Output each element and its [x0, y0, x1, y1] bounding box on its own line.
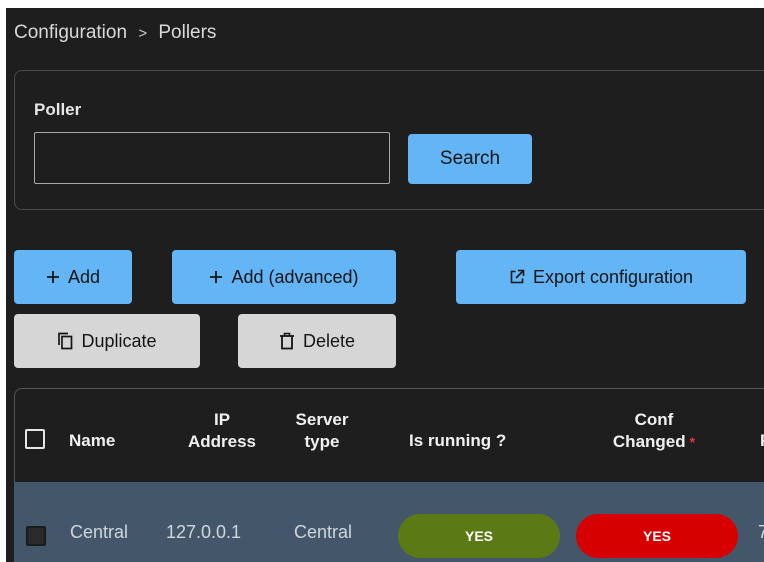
column-header-server-type-line1: Server [295, 410, 349, 429]
table-row[interactable]: Central 127.0.0.1 Central YES YES 7 [14, 482, 764, 562]
breadcrumb-item-pollers[interactable]: Pollers [158, 22, 216, 43]
add-button[interactable]: Add [14, 250, 132, 304]
row-ip-address: 127.0.0.1 [166, 522, 242, 542]
column-header-conf-changed[interactable]: Conf Changed * [599, 409, 709, 453]
breadcrumb-item-configuration[interactable]: Configuration [14, 22, 127, 43]
status-badge-conf-changed: YES [576, 514, 738, 558]
add-advanced-button-label: Add (advanced) [231, 266, 359, 287]
plus-icon [209, 270, 223, 284]
status-badge-is-running: YES [398, 514, 560, 558]
column-header-name[interactable]: Name [69, 430, 115, 452]
table-header: Name IP Address Server type Is running ?… [14, 388, 764, 482]
export-configuration-button[interactable]: Export configuration [456, 250, 746, 304]
breadcrumb: Configuration > Pollers [14, 22, 216, 44]
app-window: Configuration > Pollers Poller Search Ad… [6, 8, 764, 562]
column-header-server-type[interactable]: Server type [287, 409, 357, 453]
row-truncated-value: 7 [758, 522, 764, 542]
column-header-ip-address[interactable]: IP Address [185, 409, 259, 453]
export-configuration-button-label: Export configuration [532, 266, 694, 287]
column-header-is-running[interactable]: Is running ? [409, 430, 506, 452]
plus-icon [46, 270, 60, 284]
column-header-ip-line1: IP [213, 410, 231, 429]
external-link-icon [509, 269, 525, 285]
column-header-conf-changed-line2: Changed [612, 432, 686, 451]
poller-filter-label: Poller [34, 100, 82, 119]
copy-icon [57, 332, 73, 350]
column-header-truncated[interactable]: P [760, 430, 764, 452]
column-header-conf-changed-line1: Conf [634, 410, 674, 429]
delete-button-label: Delete [302, 330, 356, 351]
add-advanced-button[interactable]: Add (advanced) [172, 250, 396, 304]
row-checkbox[interactable] [26, 526, 46, 546]
select-all-checkbox[interactable] [25, 429, 45, 449]
poller-search-input[interactable] [34, 132, 390, 184]
required-star: * [689, 434, 696, 450]
duplicate-button[interactable]: Duplicate [14, 314, 200, 368]
row-name[interactable]: Central [70, 522, 128, 543]
breadcrumb-separator: > [138, 25, 148, 42]
add-button-label: Add [67, 266, 101, 287]
column-header-server-type-line2: type [304, 432, 340, 451]
duplicate-button-label: Duplicate [81, 330, 157, 351]
column-header-ip-line2: Address [187, 432, 257, 451]
delete-button[interactable]: Delete [238, 314, 396, 368]
search-button[interactable]: Search [408, 134, 532, 184]
trash-icon [279, 332, 295, 350]
row-server-type: Central [294, 522, 353, 542]
